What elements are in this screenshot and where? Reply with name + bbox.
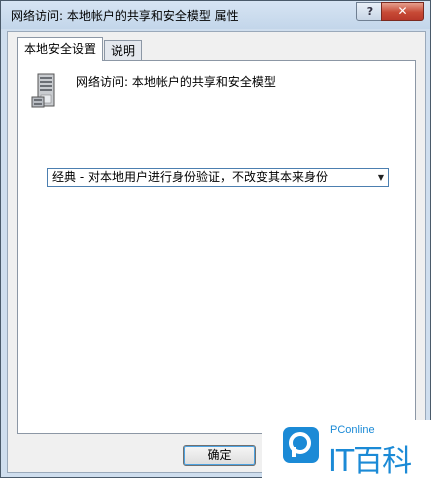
help-button[interactable]: ? (356, 2, 384, 21)
dialog-body: 本地安全设置 说明 网络访问: 本地帐户的共享和安全模型 经典 - 对本地用户进… (7, 31, 426, 473)
close-button[interactable]: ✕ (381, 2, 424, 21)
policy-title: 网络访问: 本地帐户的共享和安全模型 (76, 75, 276, 89)
window-title: 网络访问: 本地帐户的共享和安全模型 属性 (11, 9, 239, 23)
watermark: PConline IT百科 (262, 420, 433, 480)
watermark-brand: PConline (330, 424, 375, 436)
ok-button[interactable]: 确定 (183, 445, 256, 466)
pconline-logo-icon (283, 427, 319, 463)
chevron-down-icon[interactable]: ▼ (378, 169, 384, 186)
title-bar[interactable]: 网络访问: 本地帐户的共享和安全模型 属性 ? ✕ (1, 1, 430, 29)
sharing-model-dropdown[interactable]: 经典 - 对本地用户进行身份验证，不改变其本来身份 ▼ (47, 168, 389, 187)
dropdown-selected-value: 经典 - 对本地用户进行身份验证，不改变其本来身份 (52, 170, 328, 184)
properties-dialog-window: 网络访问: 本地帐户的共享和安全模型 属性 ? ✕ 本地安全设置 说明 网络访问… (0, 0, 431, 478)
tab-panel: 网络访问: 本地帐户的共享和安全模型 经典 - 对本地用户进行身份验证，不改变其… (17, 60, 416, 434)
watermark-text: IT百科 (328, 444, 412, 479)
tab-explain[interactable]: 说明 (104, 40, 143, 60)
tab-local-security-setting[interactable]: 本地安全设置 (17, 37, 104, 61)
server-icon (30, 73, 62, 109)
